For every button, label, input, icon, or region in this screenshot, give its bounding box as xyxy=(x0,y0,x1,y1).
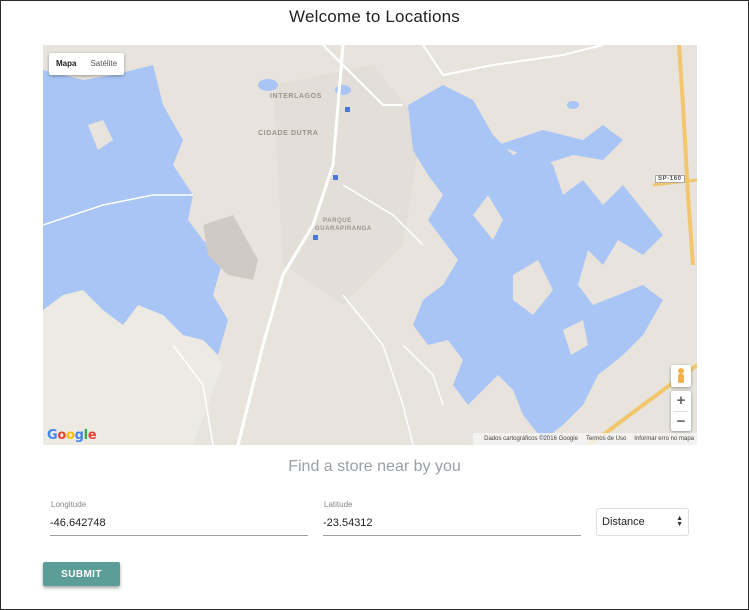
map-type-mapa-button[interactable]: Mapa xyxy=(49,53,83,75)
select-arrows-icon: ▲ ▼ xyxy=(676,515,683,528)
map-type-satellite-button[interactable]: Satélite xyxy=(83,53,124,75)
distance-select-value: Distance xyxy=(602,516,645,528)
longitude-label: Longitude xyxy=(51,500,87,509)
latitude-field: Latitude xyxy=(323,500,581,536)
map-view[interactable]: INTERLAGOS CIDADE DUTRA PARQUE GUARAPIRA… xyxy=(43,45,697,445)
map-attribution: Dados cartográficos ©2016 Google Termos … xyxy=(473,433,697,445)
map-label-interlagos: INTERLAGOS xyxy=(270,93,322,100)
zoom-in-button[interactable]: + xyxy=(671,391,691,411)
search-heading: Find a store near by you xyxy=(288,458,461,475)
map-type-control: Mapa Satélite xyxy=(49,53,125,75)
map-report-error-link[interactable]: Informar erro no mapa xyxy=(634,436,694,442)
latitude-label: Latitude xyxy=(324,500,353,509)
road-shield-label: SP-160 xyxy=(655,175,685,183)
latitude-input[interactable] xyxy=(323,513,581,536)
street-view-pegman[interactable] xyxy=(671,365,691,387)
zoom-out-button[interactable]: − xyxy=(671,412,691,432)
pegman-icon xyxy=(678,368,684,383)
map-canvas xyxy=(43,45,697,445)
longitude-field: Longitude xyxy=(50,500,308,536)
map-label-cidade-dutra: CIDADE DUTRA xyxy=(258,130,319,137)
distance-select[interactable]: Distance ▲ ▼ xyxy=(596,508,689,536)
map-data-attribution: Dados cartográficos ©2016 Google xyxy=(484,436,578,442)
submit-button[interactable]: SUBMIT xyxy=(43,562,120,586)
google-logo[interactable]: Google xyxy=(47,428,97,443)
map-terms-link[interactable]: Termos de Uso xyxy=(586,436,626,442)
map-label-guarapiranga: GUARAPIRANGA xyxy=(315,226,372,232)
zoom-control: + − xyxy=(671,391,691,431)
page-title: Welcome to Locations xyxy=(289,7,460,26)
map-label-parque: PARQUE xyxy=(323,218,352,224)
longitude-input[interactable] xyxy=(50,513,308,536)
